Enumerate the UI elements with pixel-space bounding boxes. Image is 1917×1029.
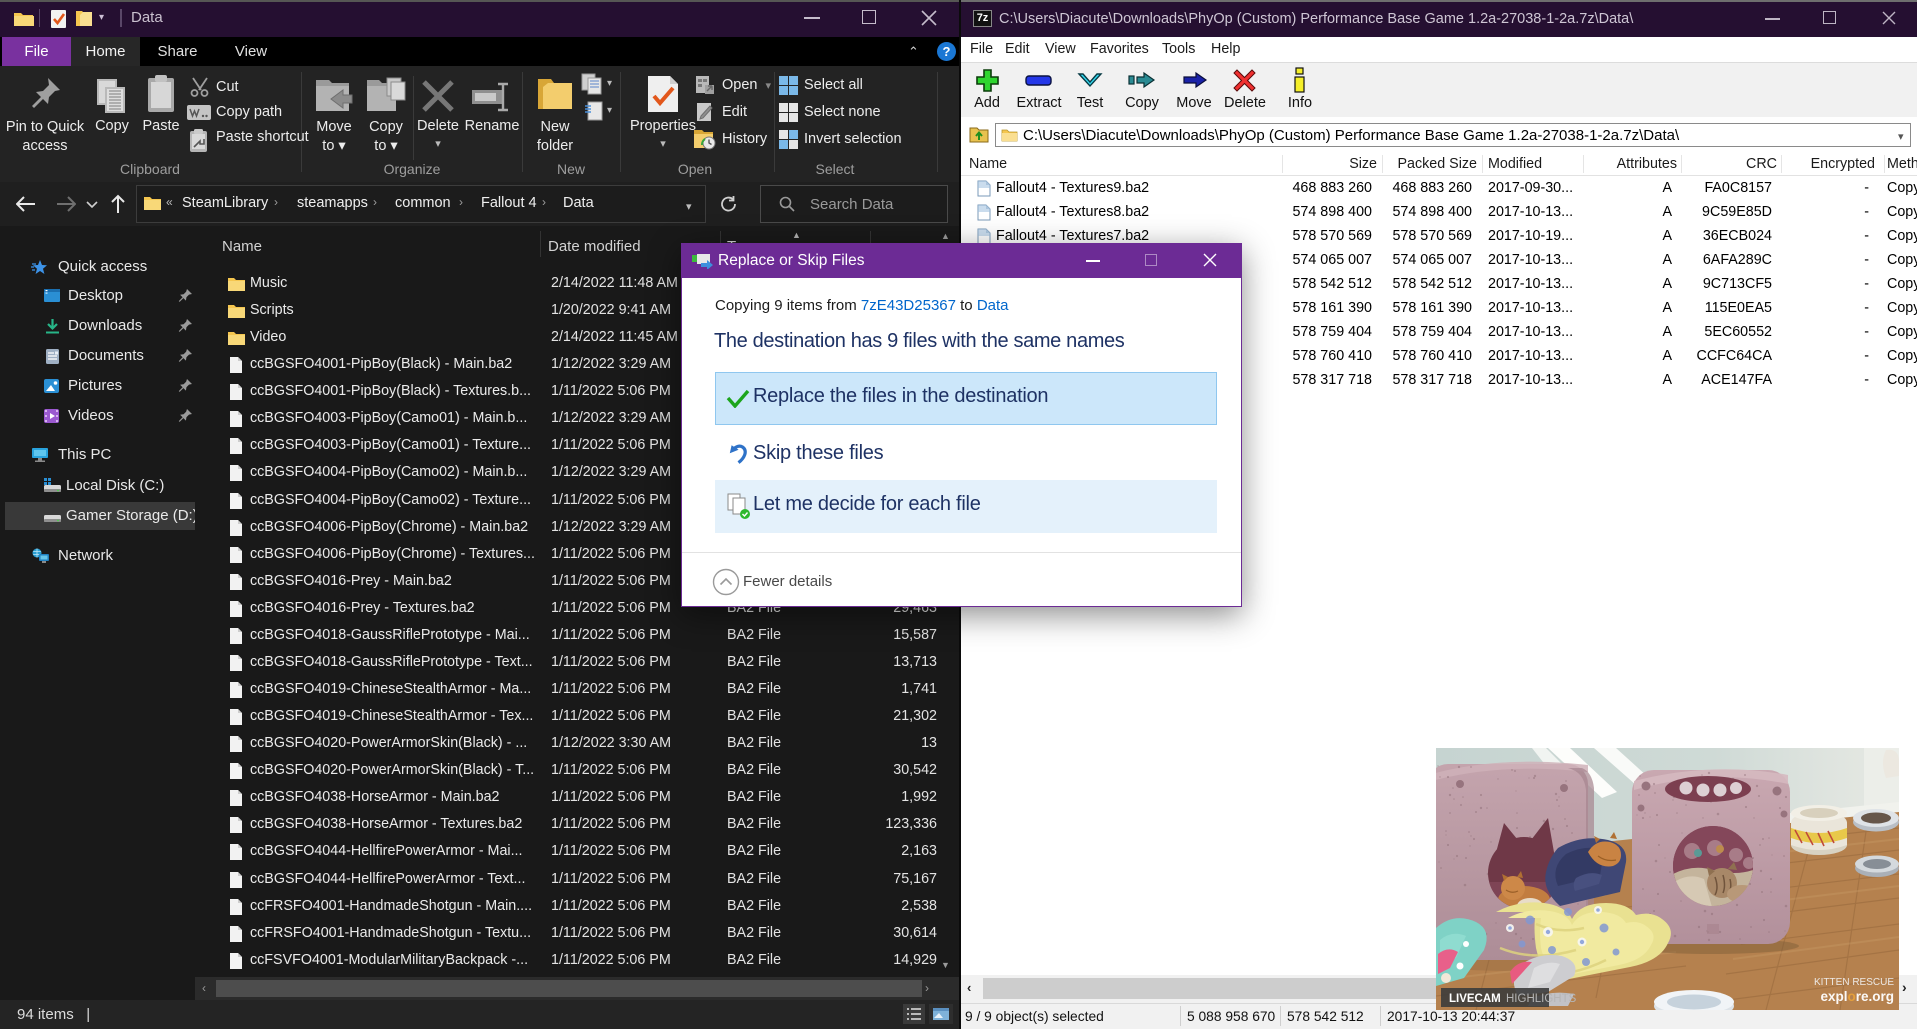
svg-text:HIGHLIGHTS: HIGHLIGHTS — [1506, 993, 1577, 1005]
svg-text:KITTEN RESCUE: KITTEN RESCUE — [1814, 977, 1894, 988]
svg-text:LIVECAM: LIVECAM — [1449, 993, 1501, 1005]
svg-text:explore.org: explore.org — [1820, 989, 1894, 1004]
